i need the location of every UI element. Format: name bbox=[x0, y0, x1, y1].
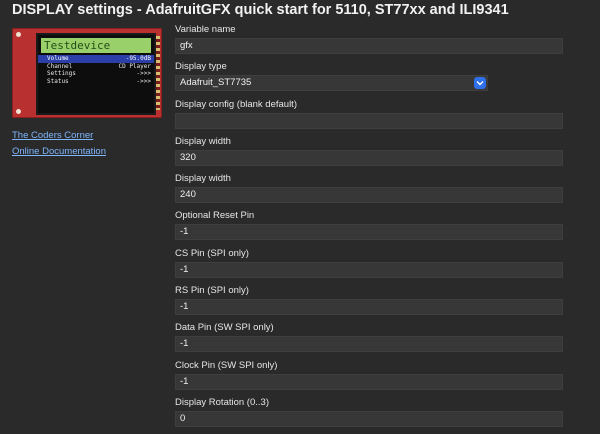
display-config-input[interactable] bbox=[175, 112, 563, 129]
rs-pin-field: RS Pin (SPI only) -1 bbox=[175, 283, 565, 320]
display-height-label: Display width bbox=[175, 173, 231, 185]
chevron-down-icon-glyph bbox=[476, 81, 484, 86]
preview-row: Channel CD Player bbox=[38, 63, 154, 71]
preview-row-label: Settings bbox=[47, 70, 76, 77]
clock-pin-field: Clock Pin (SW SPI only) -1 bbox=[175, 358, 565, 395]
reset-pin-input[interactable]: -1 bbox=[175, 224, 563, 241]
rotation-label: Display Rotation (0..3) bbox=[175, 396, 269, 408]
mount-hole bbox=[16, 109, 21, 114]
data-pin-field: Data Pin (SW SPI only) -1 bbox=[175, 320, 565, 357]
rs-pin-label: RS Pin (SPI only) bbox=[175, 285, 249, 297]
cs-pin-input[interactable]: -1 bbox=[175, 261, 563, 278]
cs-pin-field: CS Pin (SPI only) -1 bbox=[175, 246, 565, 283]
display-width-field: Display width 320 bbox=[175, 134, 565, 171]
clock-pin-label: Clock Pin (SW SPI only) bbox=[175, 359, 278, 371]
rs-pin-input[interactable]: -1 bbox=[175, 299, 563, 316]
variable-name-field: Variable name gfx bbox=[175, 22, 565, 59]
variable-name-input[interactable]: gfx bbox=[175, 38, 563, 54]
variable-name-label: Variable name bbox=[175, 24, 236, 35]
online-documentation-link[interactable]: Online Documentation bbox=[12, 146, 162, 157]
mount-hole bbox=[16, 32, 21, 37]
display-config-field: Display config (blank default) bbox=[175, 97, 565, 134]
display-config-label: Display config (blank default) bbox=[175, 98, 297, 110]
display-type-field: Display type Adafruit_ST7735 bbox=[175, 59, 565, 96]
preview-row-label: Channel bbox=[47, 62, 73, 70]
data-pin-label: Data Pin (SW SPI only) bbox=[175, 322, 274, 334]
display-width-input[interactable]: 320 bbox=[175, 149, 563, 166]
chevron-down-icon[interactable] bbox=[474, 77, 486, 90]
preview-row-value: ->>> bbox=[136, 70, 151, 77]
preview-row: Settings ->>> bbox=[38, 70, 154, 78]
preview-row-label: Status bbox=[47, 77, 69, 85]
preview-row: Volume -95.0dB bbox=[38, 55, 154, 63]
preview-screen: Testdevice Volume -95.0dB Channel CD Pla… bbox=[36, 33, 156, 115]
display-height-field: Display width 240 bbox=[175, 171, 565, 208]
preview-row-label: Volume bbox=[47, 55, 69, 62]
display-type-value: Adafruit_ST7735 bbox=[180, 77, 252, 89]
reset-pin-label: Optional Reset Pin bbox=[175, 210, 255, 222]
page-title: DISPLAY settings - AdafruitGFX quick sta… bbox=[12, 2, 509, 18]
display-width-label: Display width bbox=[175, 135, 231, 147]
rotation-input[interactable]: 0 bbox=[175, 410, 563, 427]
display-type-label: Display type bbox=[175, 61, 227, 73]
rotation-field: Display Rotation (0..3) 0 bbox=[175, 395, 565, 432]
display-height-input[interactable]: 240 bbox=[175, 187, 563, 204]
left-panel: Testdevice Volume -95.0dB Channel CD Pla… bbox=[12, 28, 162, 157]
preview-row-value: -95.0dB bbox=[125, 55, 151, 62]
data-pin-input[interactable]: -1 bbox=[175, 336, 563, 353]
preview-row-value: ->>> bbox=[136, 77, 151, 85]
display-type-select[interactable]: Adafruit_ST7735 bbox=[175, 75, 488, 92]
preview-row: Status ->>> bbox=[38, 78, 154, 86]
display-settings-page: DISPLAY settings - AdafruitGFX quick sta… bbox=[0, 0, 600, 434]
settings-form: Variable name gfx Display type Adafruit_… bbox=[175, 22, 565, 432]
cs-pin-label: CS Pin (SPI only) bbox=[175, 247, 249, 259]
reset-pin-field: Optional Reset Pin -1 bbox=[175, 208, 565, 245]
preview-header: Testdevice bbox=[41, 38, 151, 53]
clock-pin-input[interactable]: -1 bbox=[175, 373, 563, 390]
display-preview-image: Testdevice Volume -95.0dB Channel CD Pla… bbox=[12, 28, 162, 118]
preview-row-value: CD Player bbox=[118, 62, 151, 70]
coders-corner-link[interactable]: The Coders Corner bbox=[12, 130, 162, 141]
